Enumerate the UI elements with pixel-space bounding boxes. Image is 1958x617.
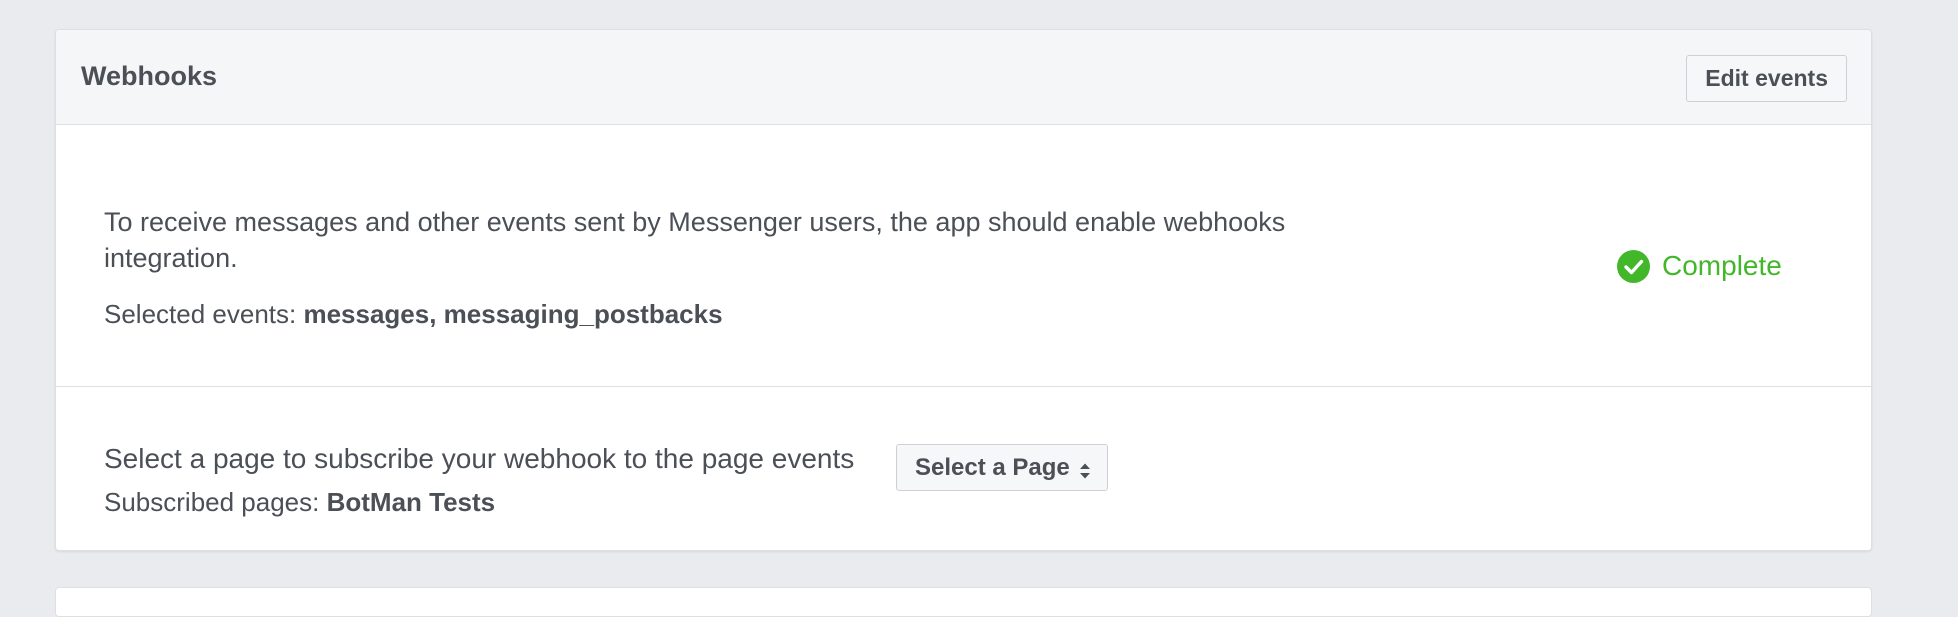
webhooks-panel: Webhooks Edit events To receive messages… [55,29,1872,551]
selected-events-label: Selected events: [104,299,304,329]
webhooks-integration-section: To receive messages and other events sen… [56,125,1871,387]
selected-events: Selected events: messages, messaging_pos… [104,298,723,330]
selected-events-value: messages, messaging_postbacks [303,299,723,329]
next-panel [55,587,1872,617]
webhooks-description: To receive messages and other events sen… [104,207,1286,273]
panel-title: Webhooks [81,61,218,91]
select-page-dropdown[interactable]: Select a Page [896,444,1108,491]
page-subscription-section: Select a page to subscribe your webhook … [56,387,1871,550]
select-page-label: Select a Page [915,453,1070,481]
page-subscription-prompt: Select a page to subscribe your webhook … [104,443,855,474]
status-badge: Complete [1617,249,1782,283]
check-circle-icon [1617,249,1650,283]
up-down-chevron-icon [1079,459,1091,478]
subscribed-pages: Subscribed pages: BotMan Tests [104,486,495,518]
subscribed-pages-value: BotMan Tests [326,487,496,517]
panel-header: Webhooks Edit events [56,30,1871,125]
subscribed-pages-label: Subscribed pages: [104,487,327,517]
status-label: Complete [1662,250,1782,281]
edit-events-button[interactable]: Edit events [1686,55,1847,102]
